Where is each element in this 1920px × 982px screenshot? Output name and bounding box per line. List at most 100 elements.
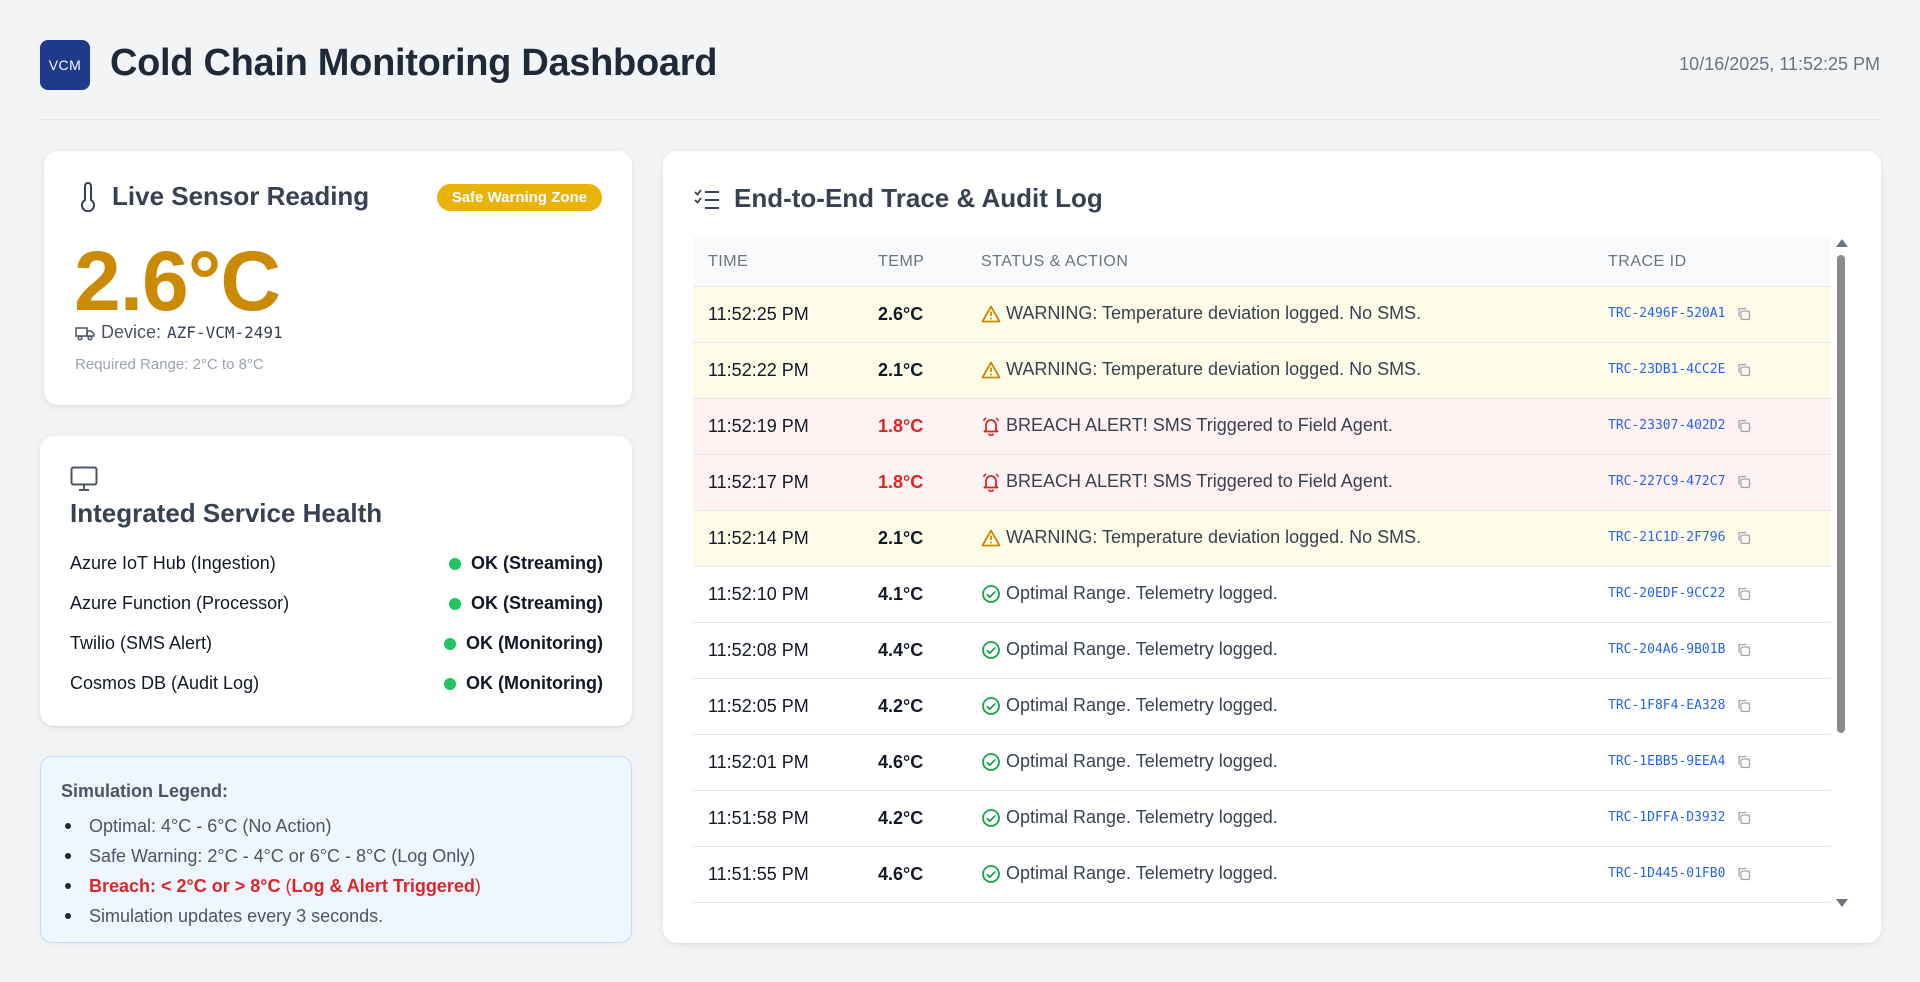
sensor-card-title: Live Sensor Reading: [112, 181, 370, 211]
legend-title: Simulation Legend:: [61, 781, 229, 801]
legend-item-breach: Breach: < 2°C or > 8°C (Log & Alert Trig…: [61, 871, 481, 901]
log-trace-id[interactable]: TRC-1DFFA-D3932: [1608, 810, 1751, 825]
log-trace-id[interactable]: TRC-2496F-520A1: [1608, 306, 1751, 321]
table-row[interactable]: 11:52:14 PM 2.1°C WARNING: Temperature dev…: [693, 511, 1831, 567]
trace-id-text: TRC-1EBB5-9EEA4: [1608, 754, 1726, 769]
log-time: 11:51:55 PM: [708, 864, 809, 884]
copy-icon[interactable]: [1737, 419, 1751, 433]
copy-icon[interactable]: [1737, 811, 1751, 825]
table-row[interactable]: 11:52:10 PM 4.1°C Optimal Range. Telemetry…: [693, 567, 1831, 623]
check-circle-icon: [982, 584, 1000, 603]
status-dot-icon: [448, 557, 461, 570]
log-temperature: 1.8°C: [878, 472, 924, 492]
trace-card-header: End-to-End Trace & Audit Log: [694, 183, 1103, 214]
copy-icon[interactable]: [1737, 363, 1751, 377]
log-status-text: WARNING: Temperature deviation logged. N…: [1006, 527, 1422, 547]
scrollbar-thumb[interactable]: [1837, 255, 1845, 733]
status-dot-icon: [448, 597, 461, 610]
table-scrollbar[interactable]: [1835, 239, 1848, 907]
copy-icon[interactable]: [1737, 587, 1751, 601]
log-trace-id[interactable]: TRC-1F8F4-EA328: [1608, 698, 1751, 713]
table-row[interactable]: 11:51:55 PM 4.6°C Optimal Range. Telemetry…: [693, 847, 1831, 903]
log-trace-id[interactable]: TRC-204A6-9B01B: [1608, 642, 1751, 657]
copy-icon[interactable]: [1737, 867, 1751, 881]
table-row[interactable]: 11:51:58 PM 4.2°C Optimal Range. Telemetry…: [693, 791, 1831, 847]
scroll-up-arrow-icon[interactable]: [1836, 239, 1848, 247]
log-time: 11:52:05 PM: [708, 696, 809, 716]
legend-text: Optimal: 4°C - 6°C (No Action): [89, 815, 332, 836]
service-row: Azure Function (Processor) OK (Streaming…: [70, 593, 603, 614]
log-trace-id[interactable]: TRC-21C1D-2F796: [1608, 530, 1751, 545]
log-trace-id[interactable]: TRC-23307-402D2: [1608, 418, 1751, 433]
service-row: Cosmos DB (Audit Log) OK (Monitoring): [70, 673, 603, 694]
copy-icon[interactable]: [1737, 755, 1751, 769]
log-status-text: Optimal Range. Telemetry logged.: [1006, 863, 1278, 883]
check-circle-icon: [982, 808, 1000, 827]
table-row[interactable]: 11:52:01 PM 4.6°C Optimal Range. Telemetry…: [693, 735, 1831, 791]
alarm-bell-icon: [982, 416, 1000, 436]
list-check-icon: [694, 188, 719, 209]
simulation-legend: Simulation Legend: Optimal: 4°C - 6°C (N…: [40, 756, 632, 943]
log-status: BREACH ALERT! SMS Triggered to Field Age…: [981, 415, 1393, 436]
scroll-down-arrow-icon[interactable]: [1836, 899, 1848, 907]
copy-icon[interactable]: [1737, 699, 1751, 713]
legend-item-warning: Safe Warning: 2°C - 4°C or 6°C - 8°C (Lo…: [61, 841, 481, 871]
check-circle-icon: [982, 752, 1000, 771]
column-header-status: STATUS & ACTION: [981, 253, 1129, 270]
log-trace-id[interactable]: TRC-20EDF-9CC22: [1608, 586, 1751, 601]
table-row[interactable]: 11:52:08 PM 4.4°C Optimal Range. Telemetry…: [693, 623, 1831, 679]
log-time: 11:52:10 PM: [708, 584, 809, 604]
legend-breach-action: Log & Alert Triggered: [291, 875, 475, 896]
device-label: Device:: [101, 322, 162, 342]
log-status-text: BREACH ALERT! SMS Triggered to Field Age…: [1006, 471, 1393, 491]
trace-id-text: TRC-1D445-01FB0: [1608, 866, 1726, 881]
warning-icon: [981, 361, 1001, 378]
table-row[interactable]: 11:52:19 PM 1.8°C BREACH ALERT! SMS Trigge…: [693, 399, 1831, 455]
table-row[interactable]: 11:52:05 PM 4.2°C Optimal Range. Telemetry…: [693, 679, 1831, 735]
service-health-card: Integrated Service Health Azure IoT Hub …: [40, 436, 632, 726]
log-temperature: 4.2°C: [878, 696, 924, 716]
log-status: WARNING: Temperature deviation logged. N…: [981, 303, 1421, 324]
legend-item-updates: Simulation updates every 3 seconds.: [61, 901, 481, 931]
log-status: Optimal Range. Telemetry logged.: [981, 751, 1278, 772]
table-row[interactable]: 11:52:25 PM 2.6°C WARNING: Temperature dev…: [693, 287, 1831, 343]
service-name: Azure IoT Hub (Ingestion): [70, 553, 276, 573]
service-status-text: OK (Streaming): [470, 593, 603, 613]
log-temperature: 2.1°C: [878, 528, 924, 548]
legend-breach-range: Breach: < 2°C or > 8°C: [89, 875, 281, 896]
log-time: 11:52:01 PM: [708, 752, 809, 772]
device-id: AZF-VCM-2491: [167, 323, 283, 342]
log-temperature: 4.6°C: [878, 864, 924, 884]
service-status: OK (Monitoring): [444, 633, 603, 654]
log-status: Optimal Range. Telemetry logged.: [981, 807, 1278, 828]
trace-id-text: TRC-204A6-9B01B: [1608, 642, 1726, 657]
copy-icon[interactable]: [1737, 531, 1751, 545]
column-header-temp: TEMP: [878, 253, 925, 270]
trace-id-text: TRC-2496F-520A1: [1608, 306, 1726, 321]
log-time: 11:52:08 PM: [708, 640, 809, 660]
log-trace-id[interactable]: TRC-23DB1-4CC2E: [1608, 362, 1751, 377]
service-status-text: OK (Monitoring): [466, 633, 603, 653]
log-status-text: Optimal Range. Telemetry logged.: [1006, 583, 1278, 603]
log-status: Optimal Range. Telemetry logged.: [981, 863, 1278, 884]
legend-paren: (: [280, 875, 292, 896]
log-temperature: 4.2°C: [878, 808, 924, 828]
copy-icon[interactable]: [1737, 475, 1751, 489]
log-trace-id[interactable]: TRC-1D445-01FB0: [1608, 866, 1751, 881]
status-dot-icon: [444, 637, 457, 650]
service-name: Cosmos DB (Audit Log): [70, 673, 260, 693]
log-temperature: 4.6°C: [878, 752, 924, 772]
table-row[interactable]: 11:52:22 PM 2.1°C WARNING: Temperature dev…: [693, 343, 1831, 399]
log-status: WARNING: Temperature deviation logged. N…: [981, 359, 1421, 380]
table-row[interactable]: 11:52:17 PM 1.8°C BREACH ALERT! SMS Trigge…: [693, 455, 1831, 511]
copy-icon[interactable]: [1737, 307, 1751, 321]
log-trace-id[interactable]: TRC-1EBB5-9EEA4: [1608, 754, 1751, 769]
audit-log-table[interactable]: TIME TEMP STATUS & ACTION TRACE ID 11:52…: [693, 236, 1831, 904]
trace-id-text: TRC-227C9-472C7: [1608, 474, 1726, 489]
column-header-trace-id: TRACE ID: [1608, 253, 1687, 270]
log-trace-id[interactable]: TRC-227C9-472C7: [1608, 474, 1751, 489]
current-datetime: 10/16/2025, 11:52:25 PM: [1679, 54, 1880, 74]
live-sensor-card: Live Sensor Reading Safe Warning Zone 2.…: [44, 151, 632, 405]
copy-icon[interactable]: [1737, 643, 1751, 657]
warning-icon: [981, 305, 1001, 322]
